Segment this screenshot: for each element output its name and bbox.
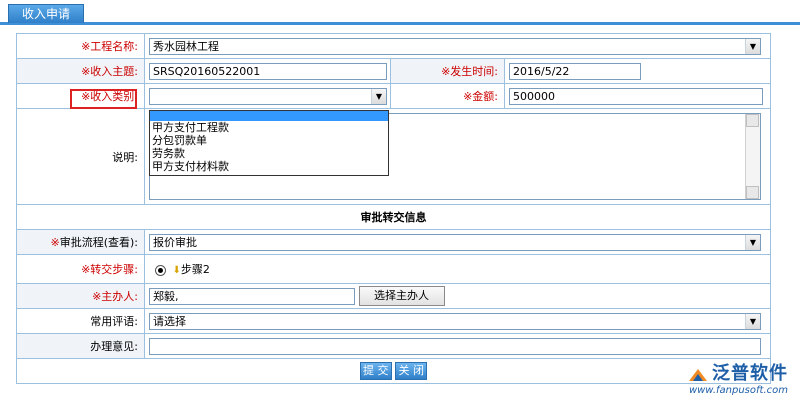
dropdown-option[interactable]: 劳务款 — [150, 147, 388, 160]
amount-label: ※金额: — [390, 83, 505, 109]
handler-input[interactable] — [149, 287, 355, 305]
brand-url: www.fanpusoft.com — [688, 385, 788, 396]
common-comment-select[interactable]: 请选择 ▼ — [149, 312, 761, 330]
handler-label: ※主办人: — [16, 283, 145, 309]
chevron-down-icon[interactable]: ▼ — [745, 234, 760, 250]
chevron-down-icon[interactable]: ▼ — [371, 88, 386, 104]
step-arrow-icon: ⬇ — [172, 265, 181, 276]
opinion-input[interactable] — [149, 337, 761, 355]
description-label: 说明: — [16, 108, 145, 205]
occur-time-input[interactable] — [509, 62, 641, 80]
category-label-highlight — [70, 89, 137, 109]
chevron-down-icon[interactable]: ▼ — [745, 38, 760, 54]
brand-mark-icon — [689, 369, 707, 381]
tab-income-application[interactable]: 收入申请 — [8, 4, 84, 23]
dropdown-option[interactable]: 甲方支付材料款 — [150, 160, 388, 173]
select-handler-button[interactable]: 选择主办人 — [358, 286, 445, 306]
scroll-down-icon[interactable] — [746, 186, 759, 199]
amount-input[interactable] — [509, 87, 763, 105]
brand-logo: 泛普软件 www.fanpusoft.com — [687, 359, 788, 396]
tab-bar: 收入申请 — [0, 0, 800, 25]
income-subject-input[interactable] — [149, 62, 387, 80]
submit-button[interactable]: 提 交 — [359, 362, 392, 380]
required-mark: ※ — [81, 40, 91, 53]
approval-flow-select[interactable]: 报价审批 ▼ — [149, 233, 761, 251]
approval-flow-label: ※审批流程(查看): — [16, 229, 145, 255]
project-name-select[interactable]: 秀水园林工程 ▼ — [149, 37, 761, 55]
action-row: 提 交 关 闭 — [15, 358, 772, 384]
close-button[interactable]: 关 闭 — [395, 362, 428, 380]
dropdown-option[interactable]: 甲方支付工程款 — [150, 121, 388, 134]
dropdown-option[interactable]: 分包罚款单 — [150, 134, 388, 147]
scroll-up-icon[interactable] — [746, 114, 759, 127]
scrollbar[interactable] — [745, 114, 760, 199]
step-radio[interactable] — [155, 264, 166, 276]
brand-name: 泛普软件 — [712, 363, 788, 384]
project-name-label: ※工程名称: — [16, 33, 145, 59]
dropdown-option-empty[interactable] — [150, 111, 388, 121]
chevron-down-icon[interactable]: ▼ — [745, 313, 760, 329]
common-comment-label: 常用评语: — [16, 308, 145, 334]
occur-time-label: ※发生时间: — [390, 58, 505, 84]
income-category-dropdown[interactable]: 甲方支付工程款 分包罚款单 劳务款 甲方支付材料款 — [149, 110, 389, 176]
transfer-step-label: ※转交步骤: — [16, 254, 145, 284]
opinion-label: 办理意见: — [16, 333, 145, 359]
income-subject-label: ※收入主题: — [16, 58, 145, 84]
approval-section-title: 审批转交信息 — [15, 204, 772, 230]
income-category-select[interactable]: ▼ — [149, 87, 387, 105]
income-application-form: ※工程名称: 秀水园林工程 ▼ ※收入主题: ※发生时间: ※收入类别: — [15, 33, 772, 384]
